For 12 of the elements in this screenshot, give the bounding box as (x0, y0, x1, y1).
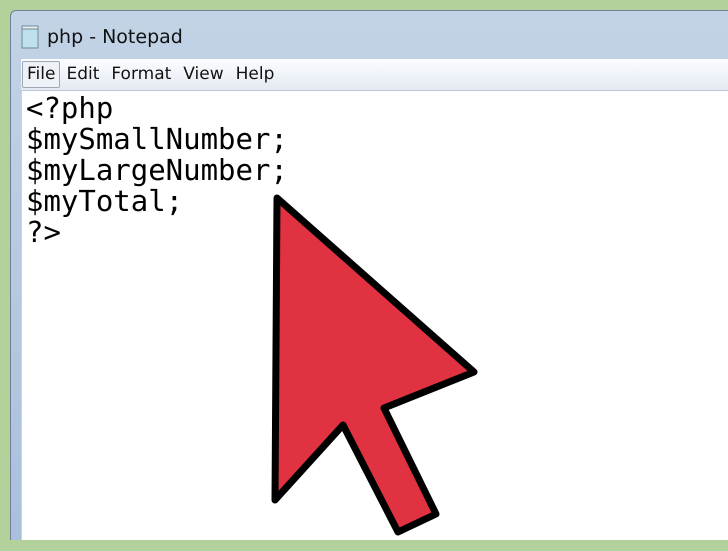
menu-item[interactable]: View (177, 61, 230, 88)
menu-item[interactable]: Help (230, 61, 280, 88)
notepad-icon (21, 25, 39, 49)
code-line: <?php (26, 93, 114, 124)
code-line: $myTotal; (26, 186, 184, 217)
code-line: ?> (26, 217, 61, 248)
window-title: php - Notepad (47, 24, 183, 50)
menu-item[interactable]: Format (105, 61, 178, 88)
menu-item[interactable]: File (22, 61, 60, 88)
code-line: $mySmallNumber; (26, 124, 288, 155)
code-line: $myLargeNumber; (26, 155, 288, 186)
menu-item[interactable]: Edit (60, 61, 106, 88)
